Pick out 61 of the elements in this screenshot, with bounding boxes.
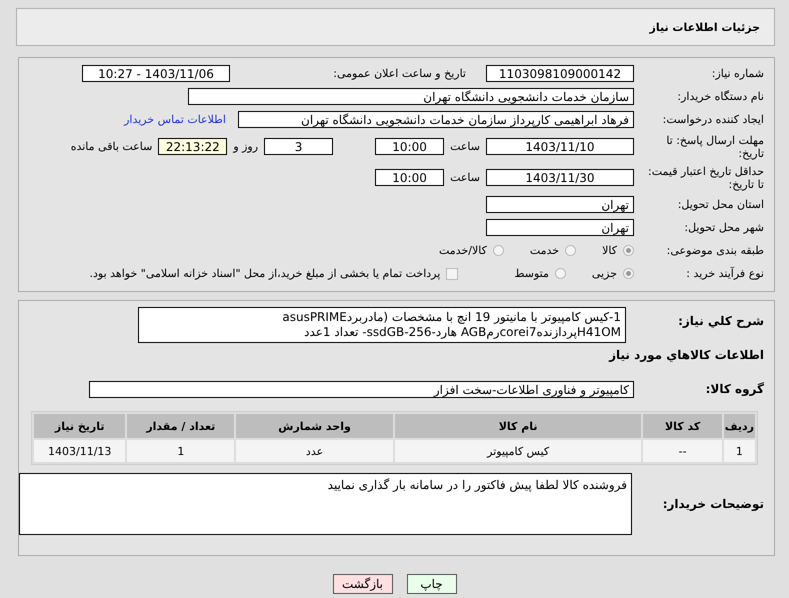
checkbox[interactable] <box>446 268 458 280</box>
column-header: تعداد / مقدار <box>127 414 234 438</box>
field-label: حداقل تاریخ اعتبار قیمت: تا تاریخ: <box>647 164 765 190</box>
field-label: شرح کلي نياز: <box>677 313 765 328</box>
option-label: کالا <box>602 244 617 257</box>
radio-button[interactable] <box>623 245 634 256</box>
field-label: استان محل تحویل: <box>676 198 765 211</box>
option-label: جزیی <box>592 267 617 280</box>
time-label: ساعت <box>450 171 480 184</box>
field-label: گروه کالا: <box>704 383 765 396</box>
payment-option-label: پرداخت تمام یا بخشی از مبلغ خرید،از محل "اسناد خزانه اسلامی" خواهد بود. <box>90 267 440 280</box>
buyer-contact-link[interactable]: اطلاعات تماس خریدار <box>124 113 226 126</box>
radio-button[interactable] <box>492 245 504 256</box>
option-label: کالا/خدمت <box>439 244 487 257</box>
section-title: اطلاعات کالاهاي مورد نياز <box>609 348 765 362</box>
requester-field: فرهاد ابراهیمی کارپرداز سازمان خدمات دانشجویی دانشگاه تهران <box>238 111 634 128</box>
goods-group-field: کامپیوتر و فناوری اطلاعات-سخت افزار <box>89 381 634 398</box>
column-header: ردیف <box>724 414 755 438</box>
need-number-field: 1103098109000142 <box>486 65 634 82</box>
buyer-org-field: سازمان خدمات دانشجویی دانشگاه تهران <box>188 88 634 105</box>
table-cell: 1 <box>127 440 234 462</box>
table-cell: 1 <box>724 440 755 462</box>
field-label: شماره نیاز: <box>710 67 765 80</box>
validity-date-field: 1403/11/30 <box>486 169 634 186</box>
radio-button[interactable] <box>554 268 566 279</box>
option-label: خدمت <box>530 244 560 257</box>
description-text-area: 1-کیس کامپیوتر با مانیتور 19 انچ با مشخصات (مادربردasusPRIME H41OMپردازندهcorei7رمAGB هارد-ssdGB-256- تعداد 1عدد <box>138 307 626 343</box>
radio-button[interactable] <box>623 268 634 279</box>
field-label: نام دستگاه خریدار: <box>676 90 765 103</box>
announce-date-field: 1403/11/06 - 10:27 <box>82 65 230 82</box>
table-cell: -- <box>643 440 722 462</box>
remaining-time-field: 22:13:22 <box>158 138 228 155</box>
table-cell: 1403/11/13 <box>34 440 126 462</box>
radio-button[interactable] <box>565 245 576 256</box>
city-field: تهران <box>486 219 634 236</box>
deadline-date-field: 1403/11/10 <box>486 138 634 155</box>
province-field: تهران <box>486 196 634 213</box>
buyer-notes-text-area: فروشنده کالا لطفا پیش فاکتور را در سامانه بار گذاری نمایید <box>19 473 632 535</box>
days-label: روز و <box>233 140 258 153</box>
field-label: توضیحات خریدار: <box>662 498 765 510</box>
column-header: واحد شمارش <box>236 414 393 438</box>
time-label: ساعت <box>450 140 480 153</box>
column-header: کد کالا <box>643 414 722 438</box>
field-label: نوع فرآیند خرید : <box>685 267 765 280</box>
field-label: طبقه بندی موضوعی: <box>666 244 765 257</box>
days-field: 3 <box>264 138 334 155</box>
page-title: جزئیات اطلاعات نیاز <box>650 20 760 34</box>
deadline-time-field: 10:00 <box>375 138 444 155</box>
field-label: تاریخ و ساعت اعلان عمومی: <box>332 67 466 80</box>
table-cell: عدد <box>236 440 393 462</box>
validity-time-field: 10:00 <box>375 169 444 186</box>
column-header: نام کالا <box>394 414 642 438</box>
column-header: تاریخ نیاز <box>34 414 126 438</box>
remaining-label: ساعت باقی مانده <box>70 140 152 153</box>
option-label: متوسط <box>514 267 549 280</box>
print-button[interactable]: چاپ <box>406 574 456 594</box>
field-label: مهلت ارسال پاسخ: تا تاریخ: <box>665 134 765 160</box>
back-button[interactable]: بازگشت <box>332 574 392 594</box>
field-label: ایجاد کننده درخواست: <box>662 113 765 126</box>
field-label: شهر محل تحویل: <box>683 221 765 234</box>
table-cell: کیس کامپیوتر <box>394 440 642 462</box>
